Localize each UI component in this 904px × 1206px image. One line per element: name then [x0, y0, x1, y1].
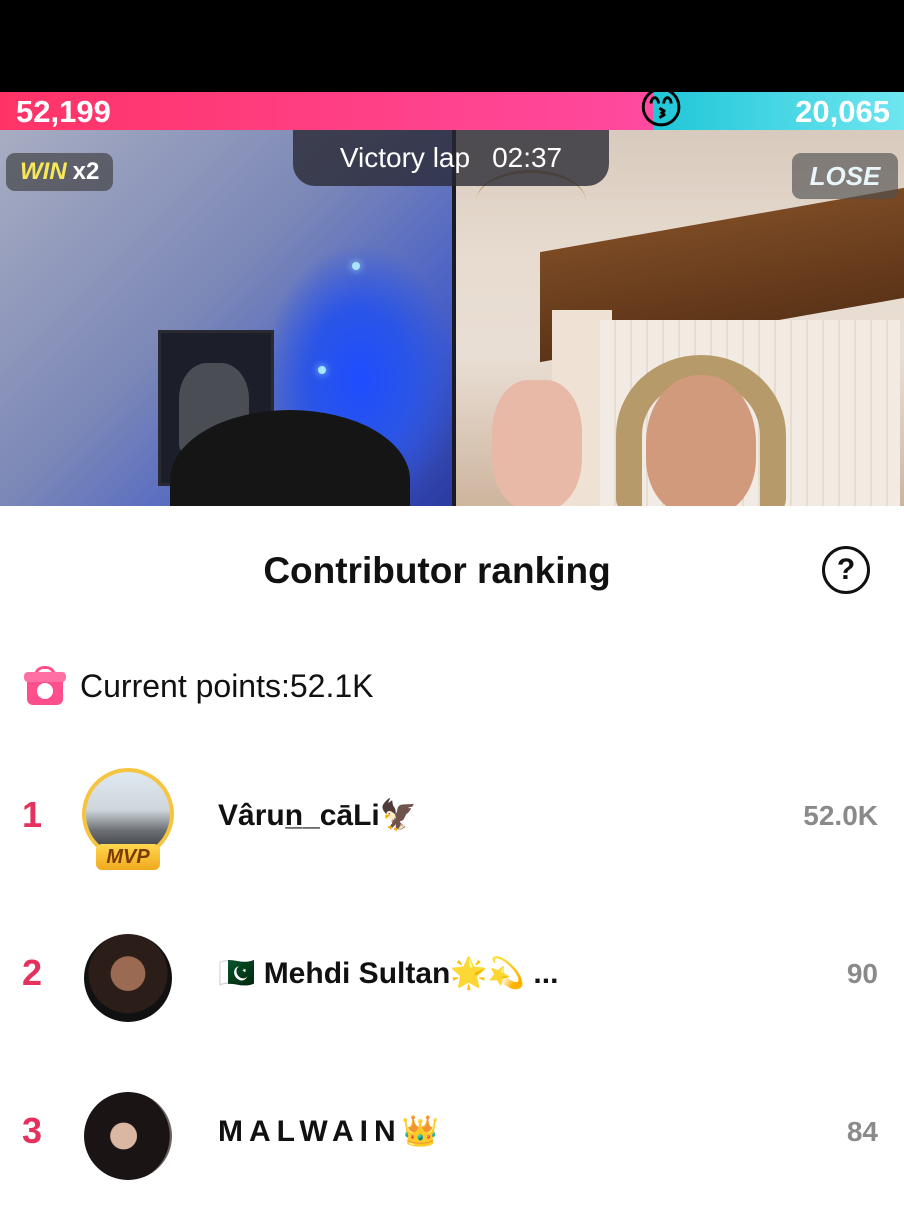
contributor-score: 90	[846, 958, 878, 989]
avatar[interactable]	[84, 934, 172, 1022]
right-score: 20,065	[795, 94, 890, 129]
left-score: 52,199	[16, 94, 111, 129]
avatar[interactable]	[84, 1092, 172, 1180]
lose-badge: LOSE	[792, 153, 898, 199]
win-badge: WIN x2	[6, 153, 114, 191]
kiss-emoji-icon: 😙	[638, 84, 684, 133]
ranking-row[interactable]: 3 MALWAIN👑 84	[0, 1084, 904, 1184]
light-sparkle	[318, 366, 326, 374]
contributor-sheet: Contributor ranking ? Current points:52.…	[0, 506, 904, 1206]
host-hand	[492, 380, 582, 506]
win-multiplier: x2	[72, 158, 100, 185]
timer-value: 02:37	[492, 142, 563, 173]
right-score-segment: 20,065	[653, 92, 904, 130]
left-score-segment: 52,199	[0, 92, 653, 130]
victory-lap-timer: Victory lap 02:37	[293, 130, 609, 186]
timer-label: Victory lap	[339, 142, 471, 173]
ranking-row[interactable]: 2 🇵🇰 Mehdi Sultan🌟💫 ... 90	[0, 926, 904, 1026]
contributor-name[interactable]: MALWAIN👑	[218, 1114, 445, 1149]
rank-number: 3	[22, 1110, 43, 1151]
status-area	[0, 0, 904, 92]
help-icon[interactable]: ?	[822, 546, 870, 594]
contributor-score: 52.0K	[803, 800, 878, 831]
contributor-name[interactable]: Vârun̲_cāLi🦅	[218, 798, 417, 833]
rank-number: 2	[22, 952, 43, 993]
ranking-row[interactable]: 1 MVP Vârun̲_cāLi🦅 52.0K	[0, 768, 904, 870]
contributor-name[interactable]: 🇵🇰 Mehdi Sultan🌟💫 ...	[218, 956, 558, 991]
contributor-score: 84	[846, 1116, 878, 1147]
battle-score-bar: 52,199 20,065	[0, 92, 904, 130]
current-points-row: Current points:52.1K	[24, 664, 374, 708]
mvp-badge: MVP	[96, 844, 160, 870]
light-sparkle	[352, 262, 360, 270]
host-face	[646, 375, 756, 506]
sheet-title: Contributor ranking	[263, 550, 611, 591]
win-label: WIN	[20, 158, 67, 185]
current-points: Current points:52.1K	[80, 667, 374, 704]
rank-number: 1	[22, 794, 43, 835]
gift-box-icon	[24, 666, 66, 706]
